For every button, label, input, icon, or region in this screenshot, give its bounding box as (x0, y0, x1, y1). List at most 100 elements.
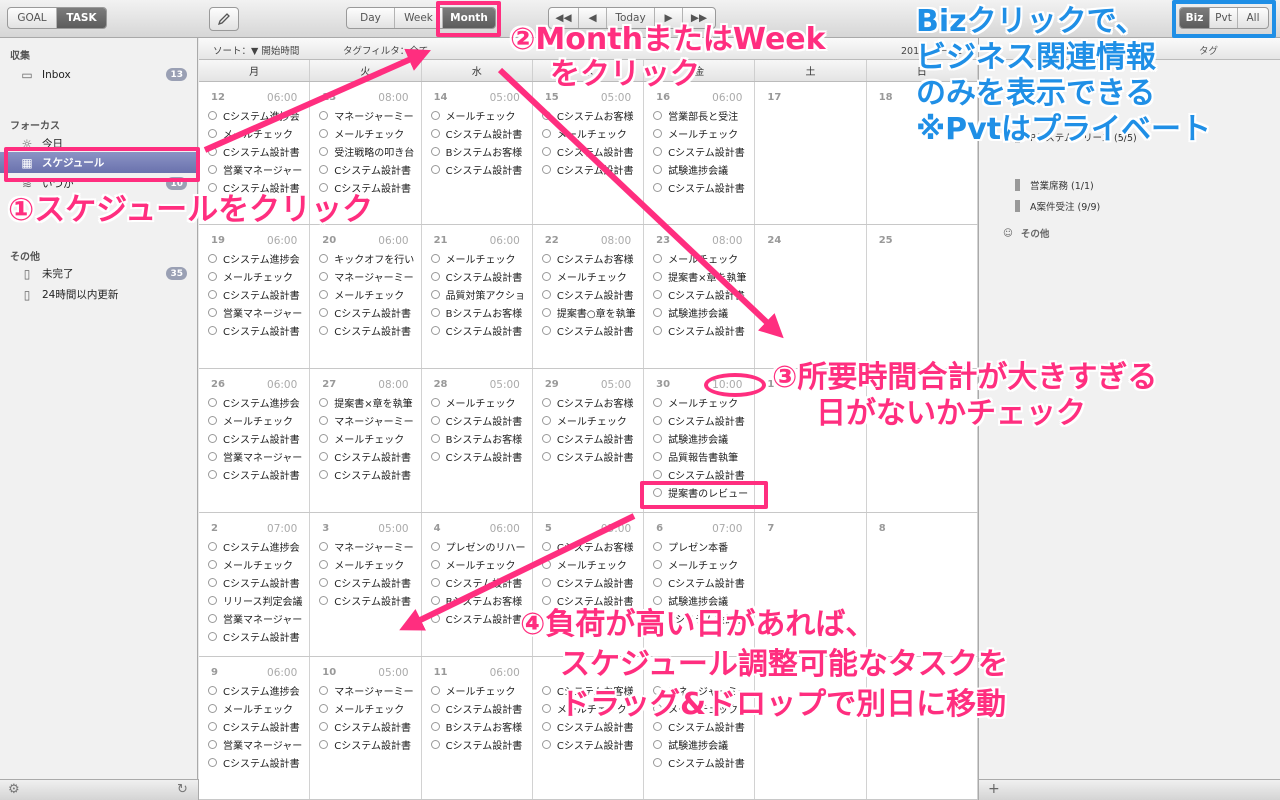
task-checkbox[interactable] (541, 271, 551, 281)
task-item[interactable]: プレゼン本番 (653, 537, 754, 555)
task-checkbox[interactable] (208, 110, 217, 120)
task-item[interactable]: メールチェック (653, 124, 754, 142)
task-checkbox[interactable] (319, 182, 329, 192)
task-checkbox[interactable] (208, 721, 217, 731)
task-item[interactable]: 営業マネージャー (208, 160, 309, 178)
task-checkbox[interactable] (208, 325, 217, 335)
day-cell[interactable]: 10 05:00 マネージャーミー メールチェック Cシステム設計書 Cシステム設計書 (310, 657, 422, 799)
task-item[interactable]: Cシステム進捗会 (208, 681, 309, 699)
task-checkbox[interactable] (541, 541, 551, 551)
task-checkbox[interactable] (653, 146, 663, 156)
task-checkbox[interactable] (430, 289, 440, 299)
task-checkbox[interactable] (430, 451, 440, 461)
day-cell[interactable]: 9 06:00 Cシステム進捗会 メールチェック Cシステム設計書 営業マネージャー Cシス… (199, 657, 311, 799)
task-item[interactable]: Cシステム設計書 (430, 447, 532, 465)
task-checkbox[interactable] (653, 182, 663, 192)
task-item[interactable]: メールチェック (541, 411, 643, 429)
task-item[interactable]: マネージャーミー (319, 267, 420, 285)
task-checkbox[interactable] (653, 577, 663, 587)
task-checkbox[interactable] (208, 451, 217, 461)
day-cell[interactable]: 22 08:00 Cシステムお客様 メールチェック Cシステム設計書 提案書○章を執筆 Cシ… (533, 225, 645, 368)
task-checkbox[interactable] (208, 541, 217, 551)
day-cell[interactable]: 28 05:00 メールチェック Cシステム設計書 Bシステムお客様 Cシステム設計書 (422, 369, 533, 512)
tag-item[interactable]: 営業席務 (1/1) (1015, 178, 1094, 192)
task-item[interactable]: Cシステム設計書 (541, 447, 643, 465)
task-item[interactable]: Cシステム設計書 (430, 411, 532, 429)
task-checkbox[interactable] (430, 559, 440, 569)
task-item[interactable]: Cシステム設計書 (430, 573, 532, 591)
task-checkbox[interactable] (430, 685, 440, 695)
task-item[interactable]: Cシステム設計書 (319, 321, 420, 339)
task-checkbox[interactable] (208, 146, 217, 156)
task-item[interactable]: メールチェック (430, 681, 532, 699)
task-item[interactable]: メールチェック (653, 555, 754, 573)
task-checkbox[interactable] (319, 289, 329, 299)
task-checkbox[interactable] (430, 613, 440, 623)
task-item[interactable]: メールチェック (653, 249, 754, 267)
task-checkbox[interactable] (653, 559, 663, 569)
day-cell[interactable]: 19 06:00 Cシステム進捗会 メールチェック Cシステム設計書 営業マネージャー Cシ… (199, 225, 311, 368)
day-cell[interactable]: 14 05:00 メールチェック Cシステム設計書 Bシステムお客様 Cシステム設計書 (422, 82, 533, 224)
task-item[interactable]: Cシステム設計書 (541, 429, 643, 447)
task-item[interactable]: Cシステム設計書 (653, 142, 754, 160)
task-item[interactable]: メールチェック (541, 267, 643, 285)
task-checkbox[interactable] (319, 451, 329, 461)
day-cell[interactable]: 29 05:00 Cシステムお客様 メールチェック Cシステム設計書 Cシステム設計書 (533, 369, 645, 512)
task-checkbox[interactable] (208, 469, 217, 479)
task-checkbox[interactable] (319, 469, 329, 479)
task-checkbox[interactable] (653, 110, 663, 120)
task-item[interactable]: Cシステム設計書 (541, 321, 643, 339)
task-checkbox[interactable] (541, 146, 551, 156)
day-cell[interactable]: 27 08:00 提案書×章を執筆 マネージャーミー メールチェック Cシステム設計書 Cシ… (310, 369, 422, 512)
task-item[interactable]: 提案書×章を執筆 (653, 267, 754, 285)
task-item[interactable]: Cシステム進捗会 (208, 537, 309, 555)
task-item[interactable]: Cシステム設計書 (653, 178, 754, 196)
task-item[interactable]: 営業部長と受注 (653, 106, 754, 124)
task-item[interactable]: Cシステム設計書 (541, 142, 643, 160)
task-checkbox[interactable] (541, 325, 551, 335)
task-checkbox[interactable] (430, 541, 440, 551)
task-item[interactable]: Cシステム設計書 (541, 735, 643, 753)
task-checkbox[interactable] (541, 110, 551, 120)
task-item[interactable]: リリース判定会議 (208, 591, 309, 609)
task-checkbox[interactable] (430, 325, 440, 335)
task-item[interactable]: メールチェック (319, 555, 420, 573)
task-checkbox[interactable] (430, 415, 440, 425)
tag-filter-selector[interactable]: タグフィルタ：全て (343, 43, 428, 57)
task-item[interactable]: Cシステム設計書 (653, 573, 754, 591)
task-checkbox[interactable] (541, 577, 551, 587)
task-checkbox[interactable] (208, 415, 217, 425)
task-checkbox[interactable] (208, 703, 217, 713)
task-item[interactable]: Cシステム進捗会 (208, 393, 309, 411)
task-checkbox[interactable] (319, 128, 329, 138)
task-checkbox[interactable] (208, 577, 217, 587)
task-item[interactable]: 営業マネージャー (208, 735, 309, 753)
task-checkbox[interactable] (653, 164, 663, 174)
task-item[interactable]: Cシステム設計書 (208, 717, 309, 735)
task-item[interactable]: Cシステム設計書 (208, 753, 309, 771)
task-item[interactable]: Cシステム設計書 (653, 321, 754, 339)
task-item[interactable]: 営業マネージャー (208, 447, 309, 465)
task-checkbox[interactable] (430, 128, 440, 138)
task-checkbox[interactable] (319, 703, 329, 713)
task-checkbox[interactable] (653, 739, 663, 749)
gear-icon[interactable]: ⚙ (8, 782, 20, 797)
task-item[interactable]: Cシステム設計書 (208, 627, 309, 645)
task-item[interactable]: Cシステム設計書 (541, 160, 643, 178)
task-item[interactable]: Cシステム設計書 (430, 735, 532, 753)
tag-item[interactable]: A案件受注 (9/9) (1015, 199, 1100, 213)
task-checkbox[interactable] (541, 451, 551, 461)
task-item[interactable]: Cシステム進捗会 (208, 249, 309, 267)
task-item[interactable]: メールチェック (208, 124, 309, 142)
task-tab[interactable]: TASK (57, 8, 106, 28)
task-item[interactable]: Cシステムお客様 (541, 537, 643, 555)
task-checkbox[interactable] (653, 397, 663, 407)
task-checkbox[interactable] (208, 271, 217, 281)
task-item[interactable]: Cシステム設計書 (541, 573, 643, 591)
task-item[interactable]: メールチェック (430, 555, 532, 573)
task-checkbox[interactable] (541, 128, 551, 138)
task-checkbox[interactable] (541, 559, 551, 569)
task-item[interactable]: Cシステムお客様 (541, 106, 643, 124)
sync-icon[interactable]: ↻ (177, 782, 188, 797)
task-item[interactable]: メールチェック (208, 267, 309, 285)
